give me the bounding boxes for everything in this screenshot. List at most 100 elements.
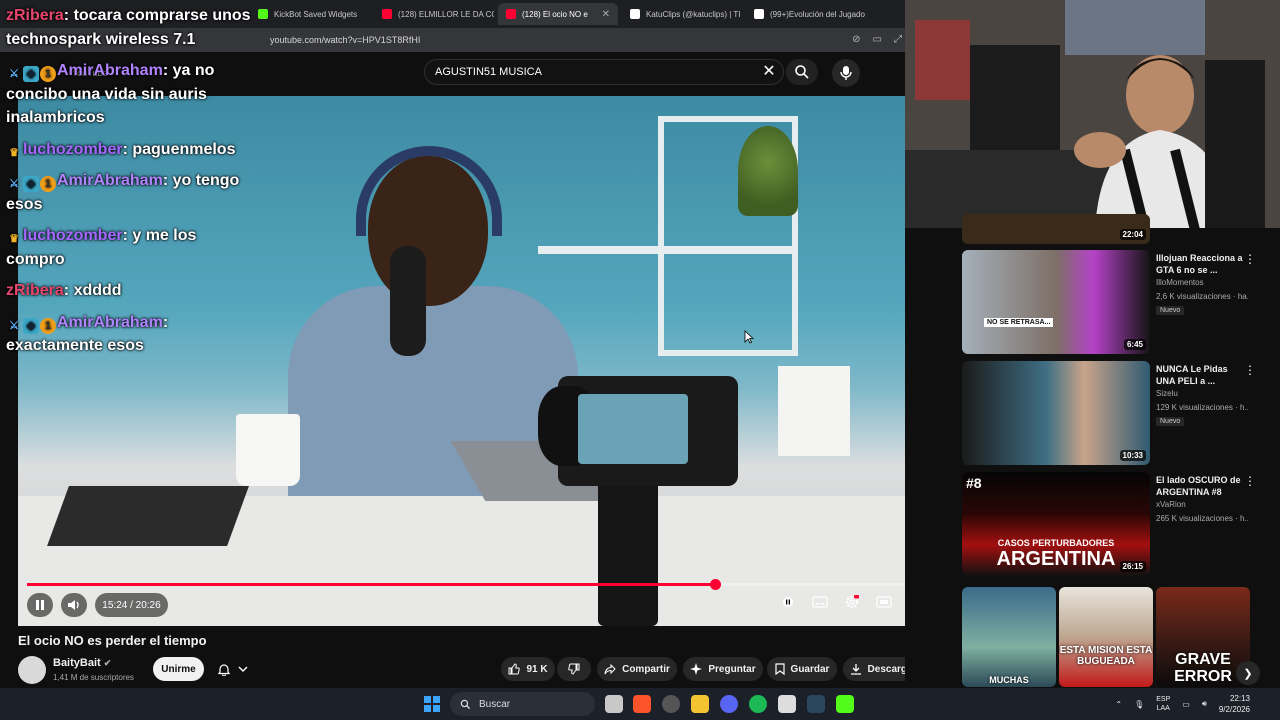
settings-gear-icon[interactable] — [844, 594, 860, 610]
taskbar-search[interactable]: Buscar — [450, 692, 595, 716]
recommendation-views: 129 K visualizaciones · h... — [1156, 403, 1248, 412]
pause-button[interactable] — [27, 593, 53, 617]
video-tripod — [598, 476, 658, 626]
clock-date: 9/2/2026 — [1218, 705, 1250, 714]
video-box — [778, 366, 850, 456]
search-input[interactable]: AGUSTIN51 MUSICA — [424, 59, 784, 85]
speaker-icon[interactable]: 🔊︎ — [1202, 699, 1207, 709]
recommendation-card[interactable]: 10:33 NUNCA Le Pidas UNA PELI a ... Sizelu… — [962, 361, 1256, 465]
browser-tab[interactable]: (128) El ocio NO e ✕ — [498, 3, 618, 25]
like-count: 91 K — [526, 663, 548, 675]
url-text[interactable]: youtube.com/watch?v=HPV1ST8RfHI — [270, 35, 420, 45]
dislike-button[interactable] — [557, 657, 591, 681]
recommendation-thumbnail[interactable]: #8 CASOS PERTURBADORES ARGENTINA 26:15 — [962, 472, 1150, 576]
tray-mic-icon[interactable]: 🎙︎ — [1134, 700, 1144, 709]
brave-browser-icon[interactable] — [633, 695, 651, 713]
subscriber-badge-icon: ◆ — [23, 317, 39, 334]
obs-studio-icon[interactable] — [662, 695, 680, 713]
share-button[interactable]: Compartir — [597, 657, 677, 681]
chat-username: AmirAbraham — [57, 62, 163, 79]
microphone-icon — [840, 66, 852, 80]
more-vertical-icon[interactable]: ⋮ — [1244, 252, 1256, 266]
shorts-next-button[interactable]: ❯ — [1236, 661, 1260, 685]
shorts-shelf: MUCHAS ESTA MISION ESTA BUGUEADA GRAVE ERR… — [962, 587, 1252, 687]
tab-label[interactable]: (99+)Evolución del Jugado — [770, 10, 865, 19]
subtitles-icon[interactable] — [812, 594, 828, 610]
volume-button[interactable] — [61, 593, 87, 617]
more-vertical-icon[interactable]: ⋮ — [1244, 474, 1256, 488]
recommendation-channel[interactable]: xVaRion — [1156, 500, 1186, 509]
channel-avatar[interactable] — [18, 656, 46, 684]
recommendation-title[interactable]: Illojuan Reacciona a GTA 6 no se ... — [1156, 252, 1246, 276]
channel-name-text[interactable]: BaityBait — [53, 657, 101, 669]
more-vertical-icon[interactable]: ⋮ — [1244, 363, 1256, 377]
recommendation-card[interactable]: NO SE RETRASA... 6:45 Illojuan Reacciona a… — [962, 250, 1256, 354]
video-duration: 26:15 — [1119, 561, 1146, 572]
tray-chevron-icon[interactable]: ⌃ — [1115, 700, 1122, 709]
recommendation-partial[interactable]: 22:04 — [962, 214, 1252, 244]
search-button[interactable] — [786, 59, 818, 85]
extensions-icon[interactable]: ⤢ — [894, 34, 902, 45]
channel-name[interactable]: BaityBait ✔ — [53, 657, 111, 669]
share-label: Compartir — [622, 663, 670, 675]
recommendation-thumbnail[interactable]: 10:33 — [962, 361, 1150, 465]
gift-badge-icon: 1 — [40, 317, 56, 334]
no-tracking-icon[interactable]: ⊘ — [852, 34, 860, 45]
progress-scrubber[interactable] — [709, 579, 721, 590]
browser-tab[interactable]: KickBot Saved Widgets — [250, 3, 370, 25]
clock[interactable]: 22:13 9/2/2026 — [1219, 693, 1250, 715]
steam-icon[interactable] — [807, 695, 825, 713]
browser-tab[interactable]: (128) ELMILLOR LE DA CON — [374, 3, 494, 25]
chat-username: luchozomber — [23, 140, 123, 158]
recommendation-thumbnail[interactable]: NO SE RETRASA... 6:45 — [962, 250, 1150, 354]
subscriber-count: 1,41 M de suscriptores — [53, 673, 134, 682]
file-explorer-icon[interactable] — [691, 695, 709, 713]
tab-label[interactable]: KickBot Saved Widgets — [274, 10, 357, 19]
recommendation-channel[interactable]: Sizelu — [1156, 389, 1178, 398]
close-tab-icon[interactable]: ✕ — [602, 9, 610, 20]
chat-text: xdddd — [73, 282, 122, 299]
join-button[interactable]: Unirme — [153, 657, 204, 681]
video-duration: 6:45 — [1123, 339, 1146, 350]
cast-icon[interactable]: ▭ — [873, 34, 882, 45]
recommendation-thumbnail[interactable]: 22:04 — [962, 214, 1150, 244]
chat-message: ♛ luchozomber: y me los compro — [6, 224, 256, 271]
notification-bell-button[interactable] — [210, 657, 256, 681]
windows-start-button[interactable] — [424, 696, 440, 712]
theater-mode-icon[interactable] — [876, 594, 892, 610]
clear-search-icon[interactable]: ✕ — [758, 62, 780, 82]
search-value[interactable]: AGUSTIN51 MUSICA — [435, 66, 542, 78]
bookmark-icon — [774, 663, 785, 675]
like-button[interactable]: 91 K — [501, 657, 555, 681]
thumbnail-subtitle: CASOS PERTURBADORES — [997, 538, 1115, 548]
task-view-icon[interactable] — [605, 695, 623, 713]
language-indicator[interactable]: ESP LAA — [1156, 695, 1170, 713]
time-display: 15:24 / 20:26 — [95, 593, 168, 617]
recommendation-title[interactable]: NUNCA Le Pidas UNA PELI a ... — [1156, 363, 1246, 387]
sparkle-icon — [690, 663, 703, 675]
taskbar-search-placeholder[interactable]: Buscar — [479, 699, 510, 710]
recommendation-card[interactable]: #8 CASOS PERTURBADORES ARGENTINA 26:15 El la… — [962, 472, 1256, 576]
ask-button[interactable]: Preguntar — [683, 657, 763, 681]
save-button[interactable]: Guardar — [767, 657, 837, 681]
short-card[interactable]: ESTA MISION ESTA BUGUEADA — [1059, 587, 1153, 687]
discord-icon[interactable] — [720, 695, 738, 713]
tab-label[interactable]: (128) El ocio NO e — [522, 10, 588, 19]
short-card[interactable]: MUCHAS — [962, 587, 1056, 687]
capcut-icon[interactable] — [778, 695, 796, 713]
tab-favicon-icon — [506, 9, 516, 19]
tab-label[interactable]: KatuClips (@katuclips) | TI — [646, 10, 741, 19]
spotify-icon[interactable] — [749, 695, 767, 713]
kick-icon[interactable] — [836, 695, 854, 713]
network-icon[interactable]: ▭ — [1182, 700, 1190, 709]
autoplay-toggle-icon[interactable] — [780, 594, 796, 610]
chat-username: zRibera — [6, 7, 64, 24]
voice-search-button[interactable] — [832, 59, 860, 87]
sword-badge-icon: ⚔ — [9, 68, 19, 80]
tab-label[interactable]: (128) ELMILLOR LE DA CON — [398, 10, 494, 19]
recommendation-channel[interactable]: IlloMomentos — [1156, 278, 1204, 287]
browser-tab[interactable]: (99+)Evolución del Jugado — [746, 3, 866, 25]
progress-bar[interactable] — [27, 579, 939, 590]
recommendation-title[interactable]: El lado OSCURO de ARGENTINA #8 — [1156, 474, 1246, 498]
browser-tab[interactable]: KatuClips (@katuclips) | TI — [622, 3, 742, 25]
